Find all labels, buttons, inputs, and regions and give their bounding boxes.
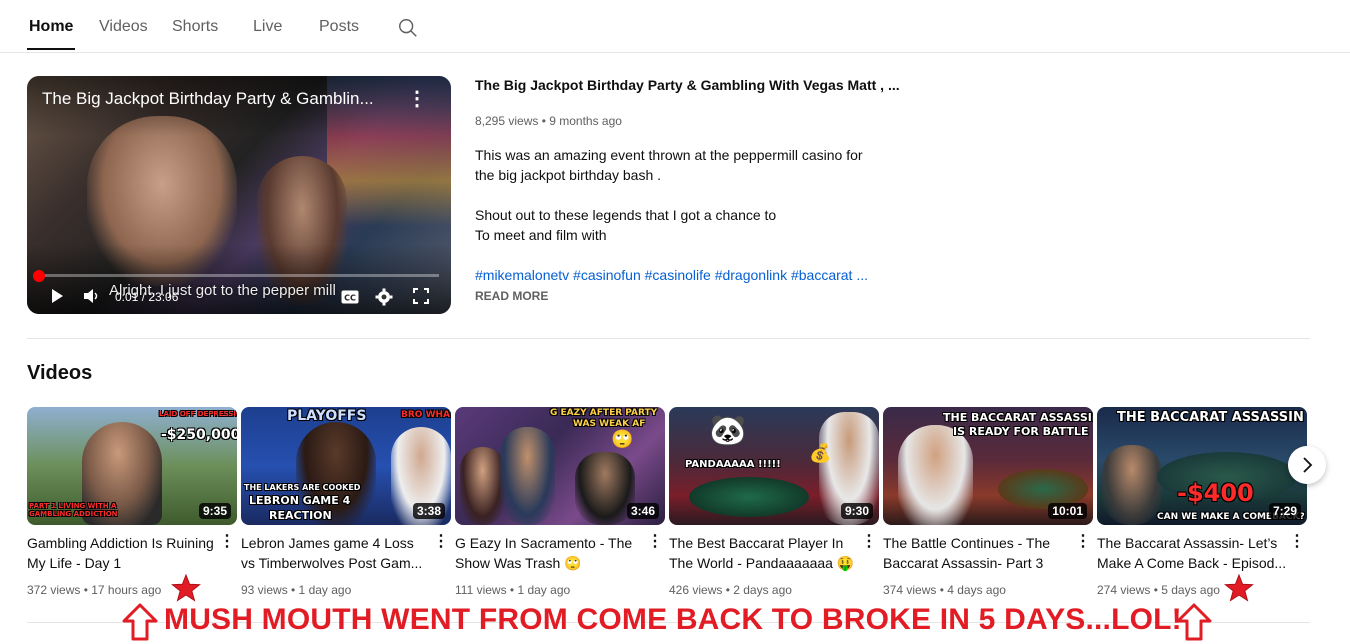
videos-section-title[interactable]: Videos — [27, 362, 92, 385]
thumbnail-emoji: 🙄 — [611, 429, 634, 449]
video-meta: 93 views • 1 day ago — [241, 583, 352, 597]
video-card[interactable]: LAID OFF DEPRESSION & GAMBLING HANGOVER … — [27, 407, 237, 597]
star-icon — [1224, 574, 1254, 602]
section-divider — [27, 338, 1310, 339]
thumbnail-text: WAS WEAK AF — [573, 419, 646, 429]
tab-posts[interactable]: Posts — [319, 18, 359, 36]
thumbnail-text: THE BACCARAT ASSASSIN — [943, 411, 1093, 424]
video-title[interactable]: The Baccarat Assassin- Let’s Make A Come… — [1097, 533, 1287, 573]
progress-scrubber[interactable] — [33, 270, 45, 282]
tab-videos[interactable]: Videos — [99, 18, 148, 36]
up-arrow-icon — [122, 603, 158, 641]
read-more-link[interactable]: READ MORE — [475, 289, 548, 303]
video-card[interactable]: 🐼 PANDAAAAA !!!!! 💰 9:30 The Best Baccar… — [669, 407, 879, 597]
more-vert-icon[interactable]: ⋮ — [433, 533, 449, 553]
active-tab-indicator — [27, 48, 75, 50]
video-meta: 374 views • 4 days ago — [883, 583, 1006, 597]
duration-badge: 3:46 — [626, 503, 659, 519]
more-vert-icon[interactable]: ⋮ — [1075, 533, 1091, 553]
video-card[interactable]: G EAZY AFTER PARTY WAS WEAK AF 🙄 3:46 G … — [455, 407, 665, 597]
thumbnail-text: THE LAKERS ARE COOKED — [244, 483, 361, 492]
thumbnail-text: REACTION — [269, 509, 332, 522]
video-meta: 372 views • 17 hours ago — [27, 583, 162, 597]
thumbnail-text: PANDAAAAA !!!!! — [685, 459, 781, 470]
duration-badge: 10:01 — [1048, 503, 1087, 519]
thumbnail-text: PART 1 LIVING WITH A GAMBLING ADDICTION — [29, 502, 118, 518]
video-thumbnail[interactable]: THE BACCARAT ASSASSIN IS READY FOR BATTL… — [883, 407, 1093, 525]
video-title[interactable]: The Battle Continues - The Baccarat Assa… — [883, 533, 1073, 573]
video-card[interactable]: THE BACCARAT ASSASSIN -$400 CAN WE MAKE … — [1097, 407, 1307, 597]
video-thumbnail[interactable]: THE BACCARAT ASSASSIN -$400 CAN WE MAKE … — [1097, 407, 1307, 525]
channel-tabs: Home Videos Shorts Live Posts — [0, 0, 1350, 53]
video-meta: 274 views • 5 days ago — [1097, 583, 1220, 597]
more-vert-icon[interactable]: ⋮ — [647, 533, 663, 553]
fullscreen-icon[interactable] — [413, 288, 429, 304]
more-vert-icon[interactable]: ⋮ — [1289, 533, 1305, 553]
video-title[interactable]: Gambling Addiction Is Ruining My Life - … — [27, 533, 217, 573]
chevron-right-icon[interactable] — [1288, 446, 1326, 484]
thumbnail-text: IS READY FOR BATTLE — [953, 425, 1089, 438]
more-vert-icon[interactable]: ⋮ — [219, 533, 235, 553]
annotation-text: MUSH MOUTH WENT FROM COME BACK TO BROKE … — [164, 603, 1182, 636]
tab-home[interactable]: Home — [29, 18, 73, 36]
thumbnail-text: THE BACCARAT ASSASSIN — [1117, 410, 1304, 425]
featured-video-meta: 8,295 views • 9 months ago — [475, 114, 622, 128]
svg-text:CC: CC — [344, 294, 356, 303]
description-line: To meet and film with — [475, 227, 607, 243]
thumbnail-text: LAID OFF DEPRESSION & GAMBLING HANGOVER — [159, 410, 237, 418]
featured-video-title[interactable]: The Big Jackpot Birthday Party & Gamblin… — [475, 77, 900, 93]
description-line: the big jackpot birthday bash . — [475, 167, 662, 183]
video-thumbnail[interactable]: LAID OFF DEPRESSION & GAMBLING HANGOVER … — [27, 407, 237, 525]
thumbnail-emoji: 💰 — [809, 443, 832, 463]
video-meta: 111 views • 1 day ago — [455, 583, 571, 597]
duration-badge: 9:35 — [198, 503, 231, 519]
duration-badge: 7:29 — [1268, 503, 1301, 519]
video-title[interactable]: The Best Baccarat Player In The World - … — [669, 533, 859, 573]
progress-bar[interactable] — [39, 274, 439, 277]
video-thumbnail[interactable]: PLAYOFFS BRO WHAT?? THE LAKERS ARE COOKE… — [241, 407, 451, 525]
video-title[interactable]: G Eazy In Sacramento - The Show Was Tras… — [455, 533, 645, 573]
featured-video-player[interactable]: The Big Jackpot Birthday Party & Gamblin… — [27, 76, 451, 314]
thumbnail-text: -$400 — [1177, 479, 1254, 507]
captions-icon[interactable]: CC — [341, 290, 359, 304]
duration-badge: 9:30 — [840, 503, 873, 519]
video-title[interactable]: Lebron James game 4 Loss vs Timberwolves… — [241, 533, 431, 573]
gear-icon[interactable] — [375, 288, 393, 306]
player-time: 0:01 / 23:06 — [115, 290, 179, 304]
star-icon — [171, 574, 201, 602]
tab-live[interactable]: Live — [253, 18, 282, 36]
duration-badge: 3:38 — [412, 503, 445, 519]
video-card[interactable]: PLAYOFFS BRO WHAT?? THE LAKERS ARE COOKE… — [241, 407, 451, 597]
video-thumbnail[interactable]: G EAZY AFTER PARTY WAS WEAK AF 🙄 3:46 — [455, 407, 665, 525]
video-thumbnail[interactable]: 🐼 PANDAAAAA !!!!! 💰 9:30 — [669, 407, 879, 525]
thumbnail-text: G EAZY AFTER PARTY — [550, 408, 658, 418]
up-arrow-icon — [1176, 603, 1212, 641]
description-hashtags[interactable]: #mikemalonetv #casinofun #casinolife #dr… — [475, 267, 868, 283]
thumbnail-emoji: 🐼 — [709, 414, 747, 447]
search-icon[interactable] — [397, 17, 419, 39]
description-line: This was an amazing event thrown at the … — [475, 147, 863, 163]
more-vert-icon[interactable]: ⋮ — [407, 88, 427, 110]
thumbnail-text: BRO WHAT?? — [401, 410, 451, 420]
thumbnail-text: LEBRON GAME 4 — [249, 494, 351, 507]
description-line: Shout out to these legends that I got a … — [475, 207, 777, 223]
player-title[interactable]: The Big Jackpot Birthday Party & Gamblin… — [42, 89, 392, 109]
play-icon[interactable] — [49, 288, 65, 304]
video-meta: 426 views • 2 days ago — [669, 583, 792, 597]
video-card[interactable]: THE BACCARAT ASSASSIN IS READY FOR BATTL… — [883, 407, 1093, 597]
thumbnail-text: PLAYOFFS — [287, 408, 367, 424]
more-vert-icon[interactable]: ⋮ — [861, 533, 877, 553]
tab-shorts[interactable]: Shorts — [172, 18, 218, 36]
thumbnail-text: -$250,000 — [161, 427, 237, 443]
volume-icon[interactable] — [83, 288, 101, 304]
